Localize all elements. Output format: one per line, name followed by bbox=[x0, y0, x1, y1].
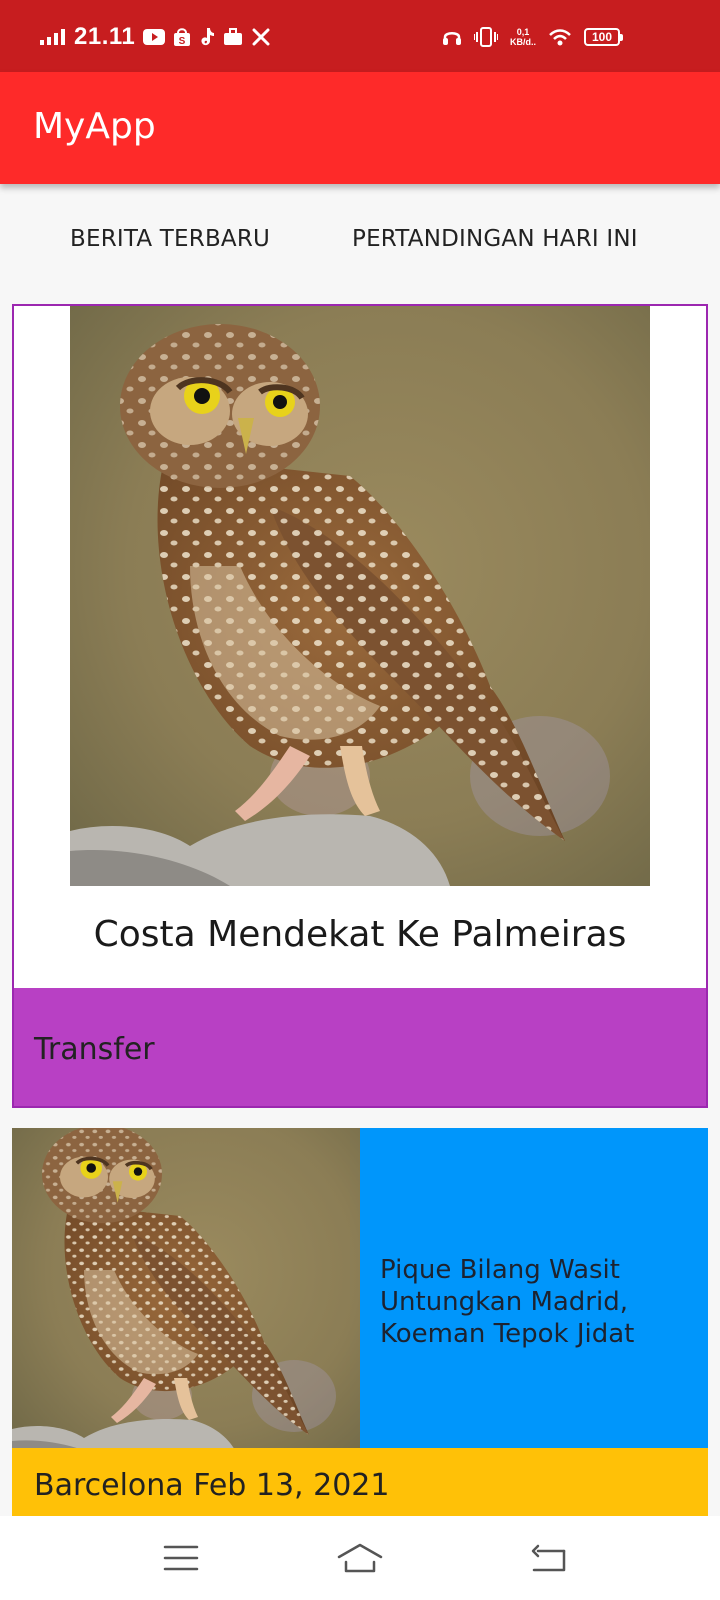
news-card-featured[interactable]: Costa Mendekat Ke Palmeiras Transfer bbox=[12, 304, 708, 1108]
shopping-bag-icon: S bbox=[173, 27, 191, 47]
owl-photo bbox=[70, 306, 650, 886]
category-band: Transfer bbox=[14, 988, 706, 1106]
tab-bar: BERITA TERBARU PERTANDINGAN HARI INI bbox=[0, 190, 720, 300]
tools-icon bbox=[251, 27, 271, 47]
news-title: Costa Mendekat Ke Palmeiras bbox=[93, 914, 627, 955]
news-meta: Barcelona Feb 13, 2021 bbox=[34, 1468, 390, 1503]
status-left: 21.11 S bbox=[40, 23, 271, 50]
tab-pertandingan-hari-ini[interactable]: PERTANDINGAN HARI INI bbox=[352, 226, 638, 252]
network-speed: 0,1 KB/d.. bbox=[510, 27, 536, 47]
app-title: MyApp bbox=[33, 106, 156, 147]
status-bar: 21.11 S 0,1 KB/d.. 100 bbox=[0, 0, 720, 72]
app-bar: MyApp bbox=[0, 72, 720, 184]
svg-text:S: S bbox=[179, 36, 186, 47]
status-right: 0,1 KB/d.. 100 bbox=[442, 24, 623, 50]
news-headline: Pique Bilang Wasit Untungkan Madrid, Koe… bbox=[380, 1255, 635, 1349]
navigation-bar bbox=[0, 1516, 720, 1600]
home-icon[interactable] bbox=[336, 1538, 384, 1578]
status-time: 21.11 bbox=[74, 23, 136, 50]
owl-photo bbox=[12, 1128, 360, 1448]
wifi-icon bbox=[548, 28, 572, 46]
battery-icon: 100 bbox=[584, 28, 623, 46]
back-icon[interactable] bbox=[524, 1538, 572, 1578]
signal-icon bbox=[40, 29, 66, 45]
meta-band: Barcelona Feb 13, 2021 bbox=[12, 1448, 708, 1518]
news-category: Transfer bbox=[34, 1032, 155, 1067]
youtube-icon bbox=[143, 28, 166, 46]
news-card[interactable]: Pique Bilang Wasit Untungkan Madrid, Koe… bbox=[12, 1128, 708, 1518]
headline-panel: Pique Bilang Wasit Untungkan Madrid, Koe… bbox=[360, 1128, 708, 1448]
headphones-icon bbox=[442, 27, 462, 47]
battery-level: 100 bbox=[591, 30, 613, 44]
menu-icon[interactable] bbox=[157, 1538, 205, 1578]
vibrate-icon bbox=[474, 27, 498, 47]
briefcase-icon bbox=[223, 28, 243, 46]
tiktok-icon bbox=[199, 27, 215, 47]
tab-berita-terbaru[interactable]: BERITA TERBARU bbox=[70, 226, 270, 252]
